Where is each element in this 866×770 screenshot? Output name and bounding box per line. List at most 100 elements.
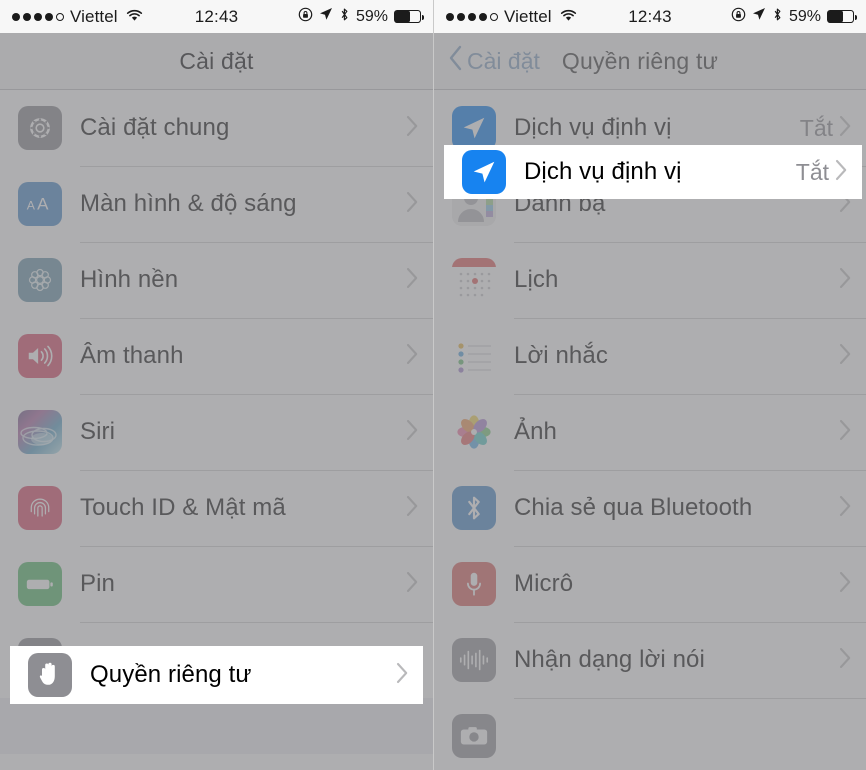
- highlight-privacy-row-location-services[interactable]: Dịch vụ định vị Tắt: [444, 145, 862, 199]
- right-phone-panel: Viettel 12:43 59% Cài đặt Quyền riêng tư…: [433, 0, 866, 770]
- location-services-icon: [462, 150, 506, 194]
- location-arrow-icon: [752, 7, 766, 26]
- left-phone-panel: Viettel 12:43 59% Cài đặt Cài đặt chung …: [0, 0, 433, 770]
- row-label: Màn hình & độ sáng: [80, 190, 297, 217]
- bluetooth-icon: [339, 7, 350, 27]
- row-label: Cài đặt chung: [80, 114, 230, 141]
- status-bar-left-group: Viettel: [446, 7, 577, 27]
- carrier-name: Viettel: [70, 6, 118, 26]
- row-label: Pin: [80, 570, 115, 597]
- row-label: Chia sẻ qua Bluetooth: [514, 494, 753, 521]
- chevron-right-icon: [839, 571, 852, 598]
- row-label: Hình nền: [80, 266, 179, 293]
- privacy-row-camera[interactable]: [434, 698, 866, 770]
- svg-text:A: A: [27, 199, 36, 213]
- chevron-right-icon: [835, 159, 848, 186]
- battery-icon: [18, 562, 62, 606]
- rotation-lock-icon: [731, 7, 746, 27]
- chevron-right-icon: [839, 419, 852, 446]
- chevron-left-icon: [448, 45, 463, 77]
- row-label: Ảnh: [514, 418, 558, 445]
- settings-row-battery[interactable]: Pin: [0, 546, 433, 622]
- row-label: Dịch vụ định vị: [524, 158, 682, 185]
- privacy-row-speech-recognition[interactable]: Nhận dạng lời nói: [434, 622, 866, 698]
- settings-list: Cài đặt chung AA Màn hình & độ sáng Hình…: [0, 90, 433, 698]
- status-bar-right-group: 59%: [298, 7, 424, 27]
- chevron-right-icon: [839, 495, 852, 522]
- chevron-right-icon: [406, 191, 419, 218]
- rotation-lock-icon: [298, 7, 313, 27]
- microphone-icon: [452, 562, 496, 606]
- location-arrow-icon: [319, 7, 333, 26]
- svg-text:A: A: [37, 195, 49, 214]
- row-label: Micrô: [514, 570, 574, 597]
- chevron-right-icon: [406, 267, 419, 294]
- status-bar-right: Viettel 12:43 59%: [434, 0, 866, 33]
- signal-strength-dots: [12, 12, 64, 21]
- gear-icon: [18, 106, 62, 150]
- battery-percent-label: 59%: [788, 7, 821, 25]
- chevron-right-icon: [839, 267, 852, 294]
- privacy-row-calendar[interactable]: Lịch: [434, 242, 866, 318]
- settings-row-siri[interactable]: Siri: [0, 394, 433, 470]
- row-label: Siri: [80, 418, 116, 445]
- siri-icon: [18, 410, 62, 454]
- chevron-right-icon: [406, 571, 419, 598]
- chevron-right-icon: [406, 115, 419, 142]
- settings-row-general[interactable]: Cài đặt chung: [0, 90, 433, 166]
- reminders-icon: [452, 334, 496, 378]
- row-label: Quyền riêng tư: [90, 661, 252, 688]
- settings-row-wallpaper[interactable]: Hình nền: [0, 242, 433, 318]
- chevron-right-icon: [839, 115, 852, 142]
- status-bar-left-group: Viettel: [12, 7, 143, 27]
- dual-phone-screenshot: Viettel 12:43 59% Cài đặt Cài đặt chung …: [0, 0, 866, 770]
- speech-recognition-icon: [452, 638, 496, 682]
- display-brightness-icon: AA: [18, 182, 62, 226]
- highlight-settings-row-privacy[interactable]: Quyền riêng tư: [10, 646, 423, 704]
- chevron-right-icon: [396, 662, 409, 689]
- chevron-right-icon: [406, 495, 419, 522]
- speaker-icon: [18, 334, 62, 378]
- privacy-row-microphone[interactable]: Micrô: [434, 546, 866, 622]
- settings-row-touchid[interactable]: Touch ID & Mật mã: [0, 470, 433, 546]
- fingerprint-icon: [18, 486, 62, 530]
- row-label: Lịch: [514, 266, 559, 293]
- bluetooth-icon: [772, 7, 783, 27]
- location-services-icon: [452, 106, 496, 150]
- privacy-row-photos[interactable]: Ảnh: [434, 394, 866, 470]
- battery-percent-label: 59%: [355, 7, 388, 25]
- privacy-row-reminders[interactable]: Lời nhắc: [434, 318, 866, 394]
- row-label: Âm thanh: [80, 342, 184, 369]
- chevron-right-icon: [406, 419, 419, 446]
- list-section-gap: [0, 698, 433, 754]
- camera-icon: [452, 714, 496, 758]
- hand-privacy-icon: [28, 653, 72, 697]
- calendar-icon: [452, 258, 496, 302]
- chevron-right-icon: [839, 343, 852, 370]
- wifi-icon: [560, 7, 577, 27]
- signal-strength-dots: [446, 12, 498, 21]
- battery-icon: [827, 10, 857, 23]
- status-bar-right-group: 59%: [731, 7, 857, 27]
- row-label: Touch ID & Mật mã: [80, 494, 286, 521]
- chevron-right-icon: [406, 343, 419, 370]
- page-title-settings: Cài đặt: [179, 47, 254, 74]
- row-label: Lời nhắc: [514, 342, 608, 369]
- back-button-label: Cài đặt: [467, 47, 540, 74]
- photos-icon: [452, 410, 496, 454]
- status-bar-left: Viettel 12:43 59%: [0, 0, 433, 33]
- settings-row-display[interactable]: AA Màn hình & độ sáng: [0, 166, 433, 242]
- row-label: Nhận dạng lời nói: [514, 646, 705, 673]
- privacy-row-bluetooth-sharing[interactable]: Chia sẻ qua Bluetooth: [434, 470, 866, 546]
- wifi-icon: [126, 7, 143, 27]
- bluetooth-sharing-icon: [452, 486, 496, 530]
- row-value: Tắt: [795, 158, 829, 185]
- back-button[interactable]: Cài đặt: [444, 45, 540, 77]
- carrier-name: Viettel: [504, 6, 552, 26]
- wallpaper-icon: [18, 258, 62, 302]
- settings-row-sounds[interactable]: Âm thanh: [0, 318, 433, 394]
- chevron-right-icon: [839, 647, 852, 674]
- nav-bar-right: Cài đặt Quyền riêng tư: [434, 33, 866, 90]
- page-title-privacy: Quyền riêng tư: [561, 47, 719, 74]
- row-label: Dịch vụ định vị: [514, 114, 672, 141]
